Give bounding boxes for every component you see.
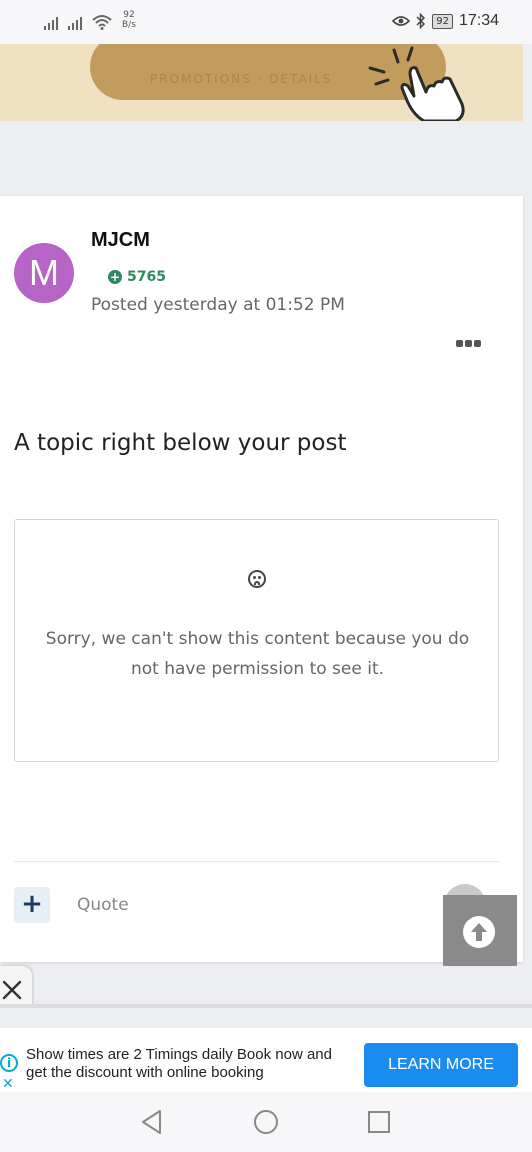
- battery-icon: 92: [432, 13, 453, 29]
- reputation-count: 5765: [127, 269, 166, 285]
- back-icon[interactable]: [140, 1109, 164, 1135]
- learn-more-button[interactable]: LEARN MORE: [364, 1043, 518, 1087]
- plus-circle-icon: +: [108, 270, 122, 284]
- home-icon[interactable]: [253, 1109, 279, 1135]
- banner-text: PROMOTIONS · DETAILS: [150, 72, 333, 86]
- clock: 17:34: [458, 12, 499, 29]
- navigation-bar: [0, 1092, 532, 1152]
- ad-text[interactable]: Show times are 2 Timings daily Book now …: [26, 1046, 356, 1082]
- wifi-icon: [92, 15, 112, 30]
- post-timestamp: Posted yesterday at 01:52 PM: [91, 295, 345, 315]
- arrow-up-icon: [463, 916, 495, 948]
- eye-icon: [392, 16, 411, 26]
- author-name[interactable]: MJCM: [91, 229, 150, 252]
- pointing-hand-icon: [368, 46, 465, 121]
- more-options-icon[interactable]: [456, 340, 481, 347]
- post-card: M MJCM + 5765 Posted yesterday at 01:52 …: [0, 196, 523, 962]
- recents-icon[interactable]: [367, 1110, 391, 1134]
- quote-button[interactable]: Quote: [77, 895, 129, 915]
- restricted-embed: Sorry, we can't show this content becaus…: [14, 519, 499, 762]
- permission-message: Sorry, we can't show this content becaus…: [45, 629, 470, 679]
- ad-close-icon[interactable]: ✕: [2, 1076, 14, 1092]
- bluetooth-icon: [416, 13, 426, 29]
- ad-info-icon[interactable]: i: [0, 1054, 18, 1072]
- ad-separator: [0, 1004, 532, 1008]
- post-body: A topic right below your post: [14, 430, 347, 456]
- scroll-to-top-button[interactable]: [443, 895, 517, 966]
- divider: [14, 861, 499, 862]
- multiquote-button[interactable]: +: [14, 887, 50, 923]
- signal-icon: [44, 14, 58, 30]
- signal-icon: [68, 14, 82, 30]
- promo-banner[interactable]: PROMOTIONS · DETAILS: [0, 44, 523, 121]
- ad-collapse-tab[interactable]: [0, 966, 32, 1006]
- avatar[interactable]: M: [14, 243, 74, 303]
- status-bar: 92 B/s 92 17:34: [0, 0, 532, 44]
- network-speed: 92 B/s: [122, 10, 136, 30]
- reputation-badge: + 5765: [108, 269, 166, 285]
- sad-face-icon: [248, 570, 266, 588]
- ad-banner[interactable]: i ✕ Show times are 2 Timings daily Book …: [0, 1028, 532, 1092]
- close-icon: [2, 980, 22, 1000]
